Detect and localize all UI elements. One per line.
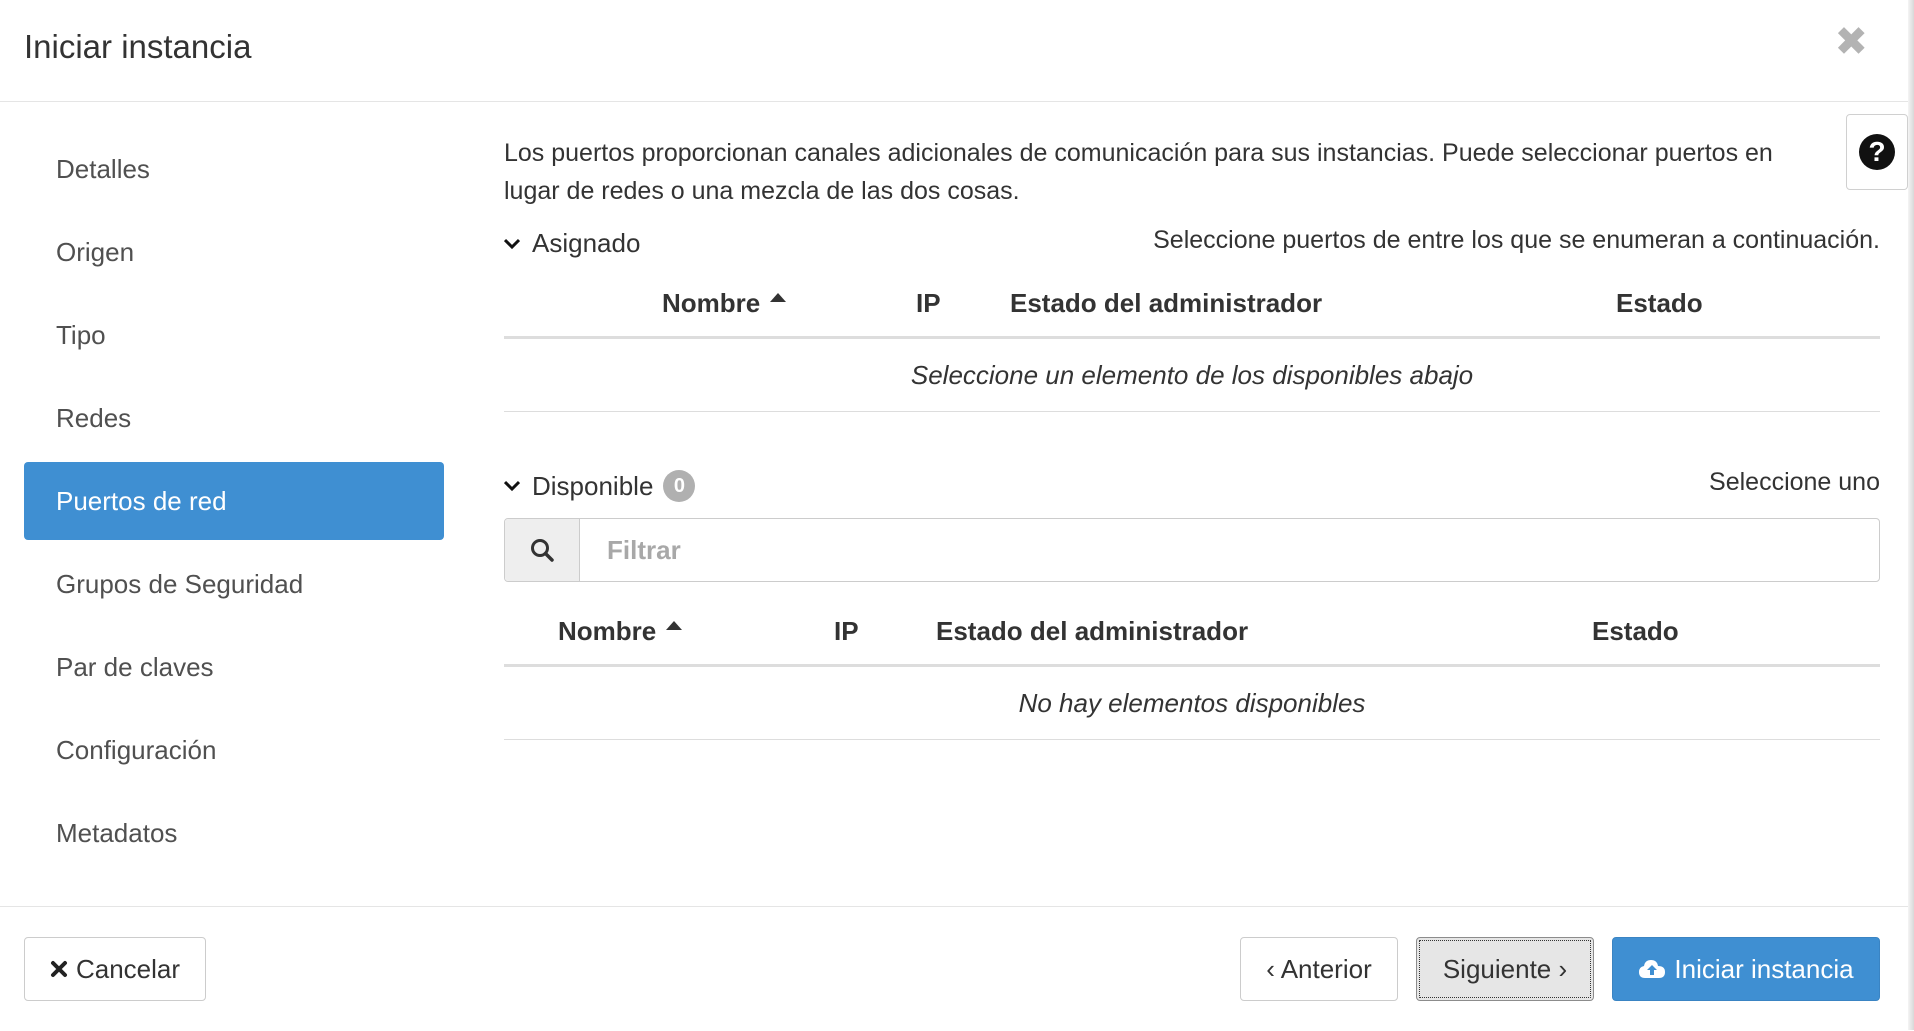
allocated-label: Asignado [532,228,641,258]
search-icon [531,539,554,562]
allocated-hint: Seleccione puertos de entre los que se e… [1153,226,1880,254]
sidebar-item-par-de-claves[interactable]: Par de claves [24,628,444,706]
step-description: Los puertos proporcionan canales adicion… [504,139,1773,205]
allocated-empty-row: Seleccione un elemento de los disponible… [504,339,1880,412]
sidebar-item-metadatos[interactable]: Metadatos [24,794,444,872]
question-circle-icon: ? [1859,134,1895,170]
column-header-estado[interactable]: Estado [1616,288,1703,319]
modal-title: Iniciar instancia [24,28,252,65]
next-label: Siguiente › [1442,953,1568,984]
modal-edge-shadow [1908,0,1914,1030]
filter-input-group [504,518,1880,582]
column-label-nombre: Nombre [662,288,761,318]
column-header-nombre[interactable]: Nombre [662,288,787,319]
available-empty-row: No hay elementos disponibles [504,667,1880,740]
previous-label: ‹ Anterior [1266,953,1372,984]
sidebar-item-detalles[interactable]: Detalles [24,130,444,208]
allocated-toggle[interactable]: Asignado [504,228,640,259]
close-icon [50,960,68,978]
sidebar-item-origen[interactable]: Origen [24,213,444,291]
sort-asc-icon [770,293,787,302]
available-hint: Seleccione uno [1709,468,1880,496]
column-header-estado[interactable]: Estado [1592,616,1679,647]
allocated-section-header: Asignado Seleccione puertos de entre los… [504,226,1880,268]
sidebar-item-grupos-de-seguridad[interactable]: Grupos de Seguridad [24,545,444,623]
cloud-upload-icon [1638,958,1666,980]
cancel-label: Cancelar [75,953,181,984]
available-toggle[interactable]: Disponible 0 [504,470,696,502]
chevron-down-icon [504,238,520,249]
launch-instance-button[interactable]: Iniciar instancia [1612,937,1880,1001]
sidebar-item-redes[interactable]: Redes [24,379,444,457]
previous-button[interactable]: ‹ Anterior [1240,937,1398,1001]
column-header-estado-admin[interactable]: Estado del administrador [1010,288,1322,319]
launch-instance-modal: Iniciar instancia ✖ Detalles Origen Tipo… [0,0,1914,1030]
column-label-nombre: Nombre [558,616,657,646]
close-icon[interactable]: ✖ [1834,18,1868,66]
modal-header: Iniciar instancia ✖ [0,0,1908,102]
wizard-sidebar: Detalles Origen Tipo Redes Puertos de re… [24,130,444,877]
filter-input[interactable] [581,519,1871,581]
column-header-nombre[interactable]: Nombre [558,616,683,647]
next-button[interactable]: Siguiente › [1416,937,1594,1001]
column-header-ip[interactable]: IP [834,616,859,647]
launch-label: Iniciar instancia [1674,953,1854,984]
sort-asc-icon [666,621,683,630]
available-table-header: Nombre IP Estado del administrador Estad… [504,606,1880,667]
available-label: Disponible [532,470,654,501]
allocated-table-header: Nombre IP Estado del administrador Estad… [504,278,1880,339]
help-button[interactable]: ? [1846,114,1908,190]
sidebar-item-puertos-de-red[interactable]: Puertos de red [24,462,444,540]
sidebar-item-configuracion[interactable]: Configuración [24,711,444,789]
sidebar-item-tipo[interactable]: Tipo [24,296,444,374]
cancel-button[interactable]: Cancelar [24,937,206,1001]
available-count-badge: 0 [663,470,696,502]
chevron-down-icon [504,480,520,492]
column-header-ip[interactable]: IP [916,288,941,319]
available-section-header: Disponible 0 Seleccione uno [504,468,1880,510]
column-header-estado-admin[interactable]: Estado del administrador [936,616,1248,647]
filter-addon [505,519,580,581]
